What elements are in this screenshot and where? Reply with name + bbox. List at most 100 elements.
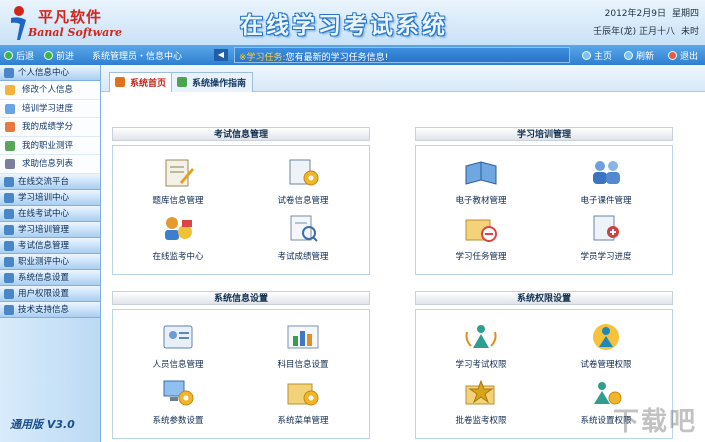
- item-grading-permission[interactable]: 批卷监考权限: [431, 378, 531, 426]
- chat-icon: [4, 176, 14, 187]
- back-button[interactable]: 后退: [4, 49, 34, 62]
- career-icon: [4, 256, 14, 267]
- version-label: 通用版 V3.0: [10, 418, 75, 431]
- sidebar-group-support[interactable]: 技术支持信息: [0, 301, 100, 318]
- item-label: 批卷监考权限: [455, 416, 507, 426]
- student-progress-icon: [593, 215, 619, 241]
- sidebar-group-career[interactable]: 职业测评中心: [0, 253, 100, 270]
- item-label: 学员学习进度: [580, 252, 632, 262]
- exit-icon: [668, 51, 677, 60]
- notice-text: 您有最新的学习任务信息!: [285, 53, 389, 63]
- item-question-bank[interactable]: 题库信息管理: [128, 158, 228, 206]
- back-label: 后退: [16, 52, 35, 62]
- support-icon: [4, 304, 14, 315]
- item-label: 题库信息管理: [152, 196, 204, 206]
- sidebar-group-chat[interactable]: 在线交流平台: [0, 173, 100, 190]
- item-online-proctor[interactable]: 在线监考中心: [128, 214, 228, 262]
- watermark-logo: 下载吧: [612, 407, 697, 437]
- item-paper-permission[interactable]: 试卷管理权限: [556, 322, 656, 370]
- sidebar-group-learning[interactable]: 学习培训中心: [0, 189, 100, 206]
- item-label: 试卷管理权限: [580, 360, 632, 370]
- tab-guide[interactable]: 系统操作指南: [171, 72, 254, 92]
- sidebar-item-label: 我的职业测评: [22, 140, 74, 151]
- exit-label: 退出: [680, 52, 699, 62]
- refresh-button[interactable]: 刷新: [624, 49, 654, 62]
- sidebar-group-label: 学习培训管理: [18, 224, 70, 235]
- user-info: 系统管理员・信息中心: [92, 49, 182, 62]
- users-group-icon: [593, 161, 620, 184]
- sidebar-group-system-settings[interactable]: 系统信息设置: [0, 269, 100, 286]
- proctor-icon: [165, 217, 192, 240]
- forward-button[interactable]: 前进: [44, 49, 74, 62]
- sidebar-item-label: 修改个人信息: [22, 85, 74, 95]
- sidebar-item-training-progress[interactable]: 培训学习进度: [0, 99, 100, 118]
- sidebar-item-edit-profile[interactable]: 修改个人信息: [0, 81, 100, 100]
- item-score-management[interactable]: 考试成绩管理: [253, 214, 353, 262]
- date-display: 2012年2月9日 星期四 壬辰年(龙) 正月十八 未时: [587, 5, 699, 41]
- panel-body: 电子教材管理 电子课件管理 学习任务管理 学员学习进度: [415, 145, 673, 275]
- notice-marquee[interactable]: ※学习任务:您有最新的学习任务信息!: [234, 47, 570, 63]
- item-student-progress[interactable]: 学员学习进度: [556, 214, 656, 262]
- item-label: 学习考试权限: [455, 360, 507, 370]
- home-label: 主页: [594, 52, 613, 62]
- item-ebook-management[interactable]: 电子教材管理: [431, 158, 531, 206]
- edit-icon: [5, 85, 15, 95]
- sidebar-group-exam-mgmt[interactable]: 考试信息管理: [0, 237, 100, 254]
- sidebar-item-label: 求助信息列表: [22, 159, 74, 169]
- sidebar-group-label: 在线考试中心: [18, 208, 70, 219]
- item-system-parameters[interactable]: 系统参数设置: [128, 378, 228, 426]
- person-icon: [4, 68, 14, 78]
- sidebar-item-career-assessment[interactable]: 我的职业测评: [0, 136, 100, 155]
- refresh-icon: [624, 51, 633, 60]
- question-bank-icon: [165, 159, 194, 187]
- sidebar-group-permissions[interactable]: 用户权限设置: [0, 285, 100, 302]
- assessment-icon: [5, 140, 15, 151]
- item-label: 科目信息设置: [277, 360, 329, 370]
- sidebar-group-label: 个人信息中心: [18, 68, 70, 78]
- refresh-label: 刷新: [636, 52, 655, 62]
- tab-home[interactable]: 系统首页: [109, 72, 174, 92]
- sidebar-group-label: 用户权限设置: [18, 288, 70, 299]
- panel-title: 系统信息设置: [112, 291, 370, 305]
- item-label: 电子教材管理: [455, 196, 507, 206]
- sidebar-group-label: 学习培训中心: [18, 192, 70, 203]
- toolbar: 后退 前进 系统管理员・信息中心 ◀ ※学习任务:您有最新的学习任务信息! 主页…: [0, 45, 705, 65]
- item-label: 人员信息管理: [152, 360, 204, 370]
- panel-exam-management: 考试信息管理 题库信息管理 试卷信息管理 在线监考中心 考试成绩管理: [112, 127, 370, 275]
- item-personnel-management[interactable]: 人员信息管理: [128, 322, 228, 370]
- item-menu-management[interactable]: 系统菜单管理: [253, 378, 353, 426]
- home-tab-icon: [115, 77, 125, 87]
- item-subject-settings[interactable]: 科目信息设置: [253, 322, 353, 370]
- sidebar-item-my-scores[interactable]: 我的成绩学分: [0, 118, 100, 137]
- sidebar-group-personal[interactable]: 个人信息中心: [0, 65, 100, 81]
- training-icon: [4, 224, 14, 235]
- logo-chinese: 平凡软件: [38, 8, 103, 26]
- tab-label: 系统操作指南: [192, 79, 247, 89]
- sidebar-group-training-mgmt[interactable]: 学习培训管理: [0, 221, 100, 238]
- sidebar-group-online-exam[interactable]: 在线考试中心: [0, 205, 100, 222]
- book-icon: [4, 192, 14, 203]
- item-courseware-management[interactable]: 电子课件管理: [556, 158, 656, 206]
- main-content: 系统首页 系统操作指南 考试信息管理 题库信息管理 试卷信息管理 在线监考中心: [101, 65, 705, 442]
- item-task-management[interactable]: 学习任务管理: [431, 214, 531, 262]
- item-label: 在线监考中心: [152, 252, 204, 262]
- exit-button[interactable]: 退出: [668, 49, 698, 62]
- home-button[interactable]: 主页: [582, 49, 612, 62]
- notice-prev-button[interactable]: ◀: [214, 49, 228, 61]
- item-label: 系统参数设置: [152, 416, 204, 426]
- logo-english: Banal Software: [28, 26, 123, 39]
- panel-training-management: 学习培训管理 电子教材管理 电子课件管理 学习任务管理 学员学习进度: [415, 127, 673, 275]
- person-arrows-icon: [465, 325, 497, 348]
- sidebar-group-label: 职业测评中心: [18, 256, 70, 267]
- folder-gear-icon: [287, 383, 319, 406]
- panel-title: 学习培训管理: [415, 127, 673, 141]
- sidebar-item-help-list[interactable]: 求助信息列表: [0, 155, 100, 174]
- score-icon: [5, 122, 15, 132]
- app-header: 平凡软件 Banal Software 在线学习考试系统 2012年2月9日 星期…: [0, 0, 705, 45]
- ebook-icon: [465, 161, 497, 185]
- item-paper-management[interactable]: 试卷信息管理: [253, 158, 353, 206]
- guide-tab-icon: [177, 77, 187, 87]
- forward-arrow-icon: [44, 51, 53, 60]
- item-study-exam-permission[interactable]: 学习考试权限: [431, 322, 531, 370]
- time-text: 未时: [680, 27, 699, 37]
